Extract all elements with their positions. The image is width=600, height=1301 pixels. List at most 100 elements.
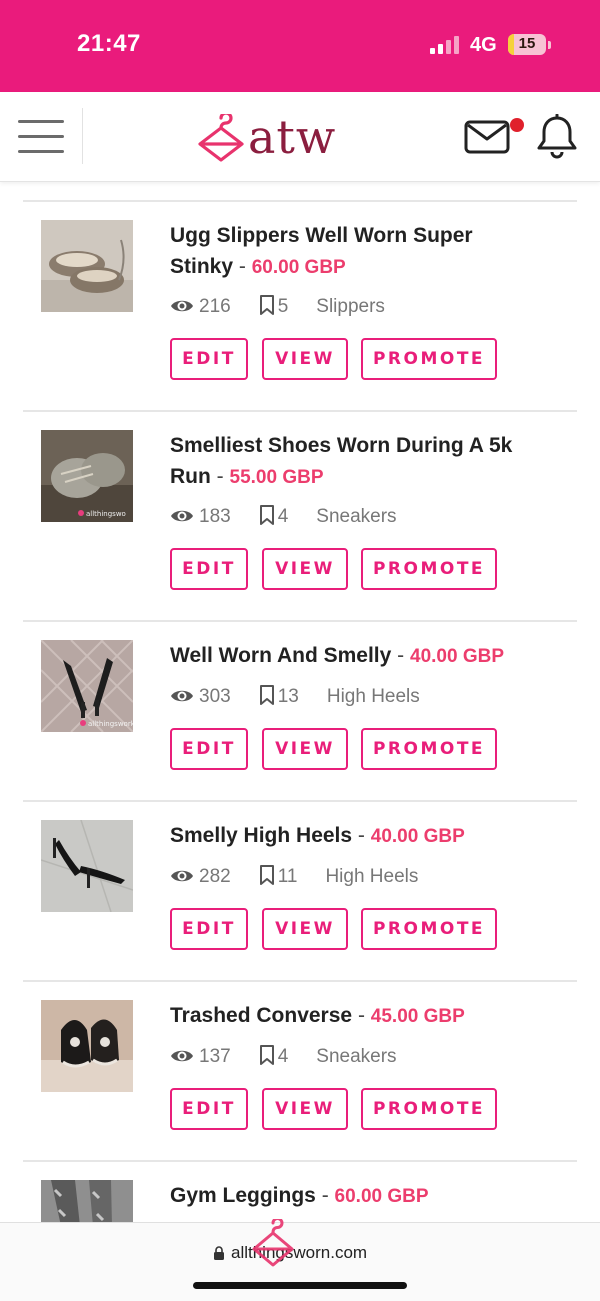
listing-thumbnail[interactable]: [41, 220, 133, 312]
hamburger-menu-icon[interactable]: [18, 120, 64, 154]
header-divider: [82, 108, 83, 164]
save-count: 13: [277, 686, 299, 707]
listing-thumbnail[interactable]: [41, 1180, 133, 1222]
listing-price: 40.00 GBP: [370, 826, 465, 847]
save-count: 5: [277, 296, 289, 317]
unread-notification-dot: [510, 118, 524, 132]
listing-title-text: Trashed Converse: [170, 1004, 353, 1027]
listing-thumbnail[interactable]: allthingswork: [41, 640, 133, 732]
svg-text:allthingswo: allthingswo: [86, 510, 126, 518]
title-price-separator: -: [357, 824, 365, 847]
site-logo[interactable]: atw: [196, 110, 366, 166]
browser-url-bar[interactable]: allthingsworn.com: [0, 1219, 600, 1301]
title-price-separator: -: [357, 1004, 365, 1027]
listing-category: Sneakers: [316, 1046, 397, 1067]
promote-button[interactable]: PROMOTE: [361, 548, 497, 590]
eye-icon: [171, 510, 193, 522]
listing-title-line2: Stinky: [170, 255, 234, 278]
listing-stats: 282 11 High Heels: [170, 865, 418, 889]
listing-category: High Heels: [325, 866, 419, 887]
listing-title-line1: Smelliest Shoes Worn During A 5k: [170, 434, 513, 457]
battery-icon: 15: [508, 34, 546, 55]
battery-percent: 15: [518, 35, 536, 52]
view-count: 303: [199, 686, 231, 707]
listing-price: 60.00 GBP: [334, 1186, 429, 1207]
logo-text: atw: [248, 110, 337, 164]
listing-title[interactable]: Smelly High Heels - 40.00 GBP: [170, 820, 560, 852]
listing-item: Ugg Slippers Well Worn Super Stinky - 60…: [23, 200, 577, 410]
title-price-separator: -: [397, 644, 405, 667]
listing-title[interactable]: Smelliest Shoes Worn During A 5k Run - 5…: [170, 430, 560, 493]
save-count: 11: [277, 866, 298, 887]
listing-title[interactable]: Well Worn And Smelly - 40.00 GBP: [170, 640, 560, 672]
view-count: 137: [199, 1046, 231, 1067]
listing-item: allthingswo Smelliest Shoes Worn During …: [23, 410, 577, 620]
bookmark-icon: [259, 865, 274, 885]
envelope-icon[interactable]: [464, 120, 510, 154]
bookmark-icon: [259, 1045, 274, 1065]
view-count: 282: [199, 866, 231, 887]
listing-title[interactable]: Trashed Converse - 45.00 GBP: [170, 1000, 560, 1032]
promote-button[interactable]: PROMOTE: [361, 338, 497, 380]
listing-stats: 216 5 Slippers: [170, 295, 385, 319]
view-button[interactable]: VIEW: [262, 548, 348, 590]
listing-price: 60.00 GBP: [251, 257, 346, 278]
listing-stats: 303 13 High Heels: [170, 685, 420, 709]
home-indicator[interactable]: [193, 1282, 407, 1289]
view-button[interactable]: VIEW: [262, 338, 348, 380]
listing-thumbnail[interactable]: allthingswo: [41, 430, 133, 522]
edit-button[interactable]: EDIT: [170, 728, 248, 770]
title-price-separator: -: [238, 255, 246, 278]
battery-tip: [548, 41, 551, 49]
eye-icon: [171, 1050, 193, 1062]
listing-stats: 183 4 Sneakers: [170, 505, 397, 529]
promote-button[interactable]: PROMOTE: [361, 1088, 497, 1130]
listing-title[interactable]: Ugg Slippers Well Worn Super Stinky - 60…: [170, 220, 560, 283]
promote-button[interactable]: PROMOTE: [361, 728, 497, 770]
listing-category: Slippers: [316, 296, 385, 317]
network-type: 4G: [470, 34, 497, 56]
listing-title-text: Smelly High Heels: [170, 824, 353, 847]
listing-item: allthingswork Well Worn And Smelly - 40.…: [23, 620, 577, 800]
listing-category: High Heels: [326, 686, 420, 707]
svg-text:allthingswork: allthingswork: [88, 720, 133, 728]
hanger-logo-icon: [252, 1219, 294, 1267]
save-count: 4: [277, 1046, 289, 1067]
title-price-separator: -: [216, 465, 224, 488]
save-count: 4: [277, 506, 289, 527]
listing-thumbnail[interactable]: [41, 1000, 133, 1092]
hanger-logo-icon: [198, 114, 244, 162]
view-button[interactable]: VIEW: [262, 728, 348, 770]
listing-price: 45.00 GBP: [370, 1006, 465, 1027]
listing-item: Smelly High Heels - 40.00 GBP 282 11 High …: [23, 800, 577, 980]
edit-button[interactable]: EDIT: [170, 338, 248, 380]
listing-title-line1: Ugg Slippers Well Worn Super: [170, 224, 473, 247]
edit-button[interactable]: EDIT: [170, 1088, 248, 1130]
edit-button[interactable]: EDIT: [170, 548, 248, 590]
listing-title-text: Gym Leggings: [170, 1184, 316, 1207]
listing-price: 40.00 GBP: [410, 646, 504, 667]
listing-thumbnail[interactable]: [41, 820, 133, 912]
bookmark-icon: [259, 295, 274, 315]
status-time: 21:47: [77, 30, 141, 57]
listing-title[interactable]: Gym Leggings - 60.00 GBP: [170, 1180, 560, 1212]
view-button[interactable]: VIEW: [262, 908, 348, 950]
lock-icon: [214, 1246, 224, 1260]
listing-item: Gym Leggings - 60.00 GBP: [23, 1160, 577, 1222]
view-count: 216: [199, 296, 231, 317]
listing-price: 55.00 GBP: [229, 467, 324, 488]
listing-stats: 137 4 Sneakers: [170, 1045, 397, 1069]
status-bar: 21:47 4G 15: [0, 0, 600, 92]
cellular-signal-icon: [430, 36, 459, 54]
edit-button[interactable]: EDIT: [170, 908, 248, 950]
listing-item: Trashed Converse - 45.00 GBP 137 4 Sneaker…: [23, 980, 577, 1160]
bookmark-icon: [259, 685, 274, 705]
bell-icon[interactable]: [536, 114, 578, 160]
promote-button[interactable]: PROMOTE: [361, 908, 497, 950]
site-header: atw: [0, 92, 600, 182]
listing-title-text: Well Worn And Smelly: [170, 644, 392, 667]
listing-title-line2: Run: [170, 465, 211, 488]
view-button[interactable]: VIEW: [262, 1088, 348, 1130]
bookmark-icon: [259, 505, 274, 525]
title-price-separator: -: [321, 1184, 329, 1207]
